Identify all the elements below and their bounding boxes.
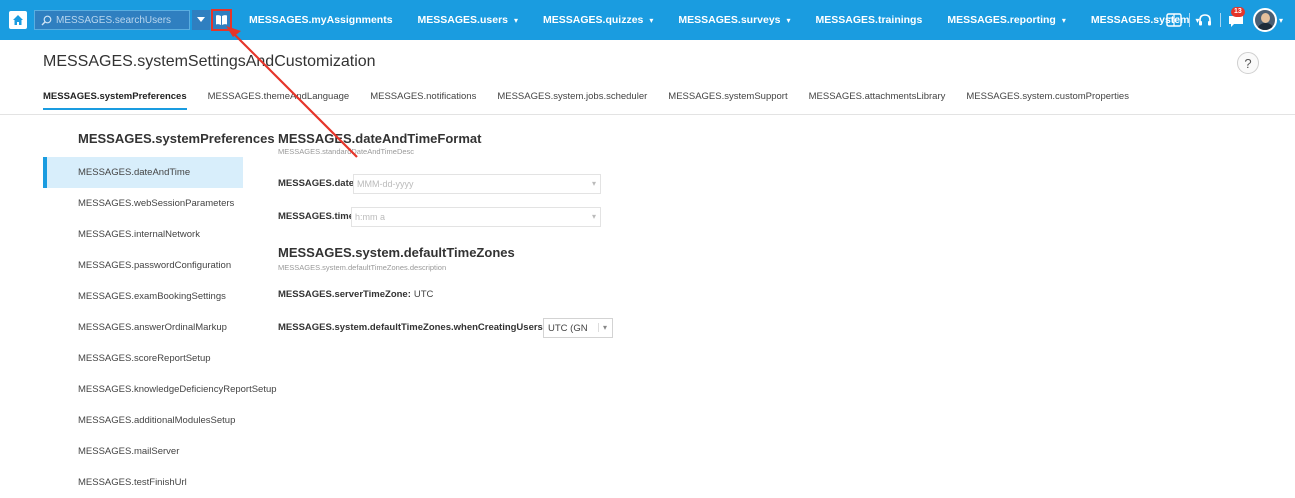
nav-quizzes[interactable]: MESSAGES.quizzes ▾ (543, 14, 653, 26)
nav-reporting[interactable]: MESSAGES.reporting ▾ (947, 14, 1066, 26)
server-time-zone-value: UTC (413, 289, 434, 300)
avatar[interactable] (1252, 8, 1277, 32)
sidebar-item-knowledge-deficiency-report-setup[interactable]: MESSAGES.knowledgeDeficiencyReportSetup (43, 374, 277, 405)
date-format-placeholder: MMM-dd-yyyy (357, 179, 414, 189)
tab-jobs-scheduler[interactable]: MESSAGES.system.jobs.scheduler (497, 90, 647, 110)
manual-icon (1166, 13, 1182, 27)
help-button[interactable]: ? (1237, 52, 1259, 74)
sidebar-item-mail-server[interactable]: MESSAGES.mailServer (43, 436, 243, 467)
sidebar-item-web-session-parameters[interactable]: MESSAGES.webSessionParameters (43, 188, 243, 219)
creating-users-time-zone-label: MESSAGES.system.defaultTimeZones.whenCre… (278, 322, 547, 333)
nav-label: MESSAGES.myAssignments (249, 14, 393, 26)
nav-label: MESSAGES.users (417, 14, 508, 26)
settings-tabs: MESSAGES.systemPreferences MESSAGES.them… (43, 90, 1150, 110)
tab-system-support[interactable]: MESSAGES.systemSupport (668, 90, 787, 110)
sidebar-item-exam-booking-settings[interactable]: MESSAGES.examBookingSettings (43, 281, 243, 312)
search-dropdown-button[interactable] (192, 10, 210, 30)
tab-notifications[interactable]: MESSAGES.notifications (370, 90, 476, 110)
sidebar-item-score-report-setup[interactable]: MESSAGES.scoreReportSetup (43, 343, 243, 374)
topbar-right-actions: 13 ▾ (1159, 6, 1283, 34)
page-title: MESSAGES.systemSettingsAndCustomization (43, 53, 376, 70)
tab-system-preferences[interactable]: MESSAGES.systemPreferences (43, 90, 187, 110)
tab-theme-and-language[interactable]: MESSAGES.themeAndLanguage (208, 90, 350, 110)
server-time-zone-row: MESSAGES.serverTimeZone: UTC (278, 289, 433, 300)
separator (1219, 13, 1221, 27)
creating-users-time-zone-value: UTC (GN (548, 322, 588, 334)
tabs-divider (0, 114, 1295, 115)
home-button[interactable] (9, 11, 27, 29)
nav-label: MESSAGES.surveys (678, 14, 781, 26)
sidebar-item-additional-modules-setup[interactable]: MESSAGES.additionalModulesSetup (43, 405, 243, 436)
server-time-zone-label: MESSAGES.serverTimeZone: (278, 289, 411, 300)
sidebar-item-date-and-time[interactable]: MESSAGES.dateAndTime (43, 157, 243, 188)
time-format-placeholder: h:mm a (355, 212, 386, 222)
chevron-down-icon: ▾ (597, 323, 607, 332)
nav-label: MESSAGES.quizzes (543, 14, 644, 26)
nav-surveys[interactable]: MESSAGES.surveys ▾ (678, 14, 790, 26)
separator (1188, 13, 1190, 27)
messages-button[interactable]: 13 (1227, 7, 1245, 29)
sidebar-item-answer-ordinal-markup[interactable]: MESSAGES.answerOrdinalMarkup (43, 312, 243, 343)
tab-custom-properties[interactable]: MESSAGES.system.customProperties (966, 90, 1129, 110)
book-icon (216, 15, 227, 25)
notification-badge: 13 (1230, 7, 1245, 17)
headset-icon (1198, 14, 1211, 26)
nav-users[interactable]: MESSAGES.users ▾ (418, 14, 518, 26)
default-time-zones-title: MESSAGES.system.defaultTimeZones (278, 245, 515, 260)
nav-my-assignments[interactable]: MESSAGES.myAssignments (249, 14, 393, 26)
caret-down-icon (197, 17, 205, 22)
manual-button[interactable] (1165, 11, 1183, 29)
tab-attachments-library[interactable]: MESSAGES.attachmentsLibrary (809, 90, 946, 110)
date-time-format-description: MESSAGES.standardDateAndTimeDesc (278, 147, 415, 156)
sidebar-title: MESSAGES.systemPreferences (78, 131, 275, 146)
chevron-down-icon: ▾ (591, 212, 596, 221)
caret-down-icon[interactable]: ▾ (1279, 16, 1283, 25)
caret-down-icon: ▾ (786, 15, 791, 25)
nav-trainings[interactable]: MESSAGES.trainings (816, 14, 923, 26)
sidebar: MESSAGES.dateAndTime MESSAGES.webSession… (43, 157, 277, 498)
time-format-select[interactable]: h:mm a ▾ (351, 207, 601, 227)
search-input[interactable] (56, 14, 176, 26)
support-button[interactable] (1196, 11, 1214, 29)
home-icon (13, 15, 23, 25)
help-icon: ? (1244, 55, 1252, 71)
search-box[interactable] (34, 10, 190, 30)
top-nav-bar: MESSAGES.myAssignments MESSAGES.users ▾ M… (0, 0, 1295, 40)
avatar-face (1260, 13, 1270, 23)
date-time-format-title: MESSAGES.dateAndTimeFormat (278, 131, 482, 146)
avatar-body (1256, 23, 1274, 30)
caret-down-icon: ▾ (1061, 15, 1066, 25)
search-icon (41, 15, 52, 25)
creating-users-time-zone-row: MESSAGES.system.defaultTimeZones.whenCre… (278, 322, 546, 333)
sidebar-item-test-finish-url[interactable]: MESSAGES.testFinishUrl (43, 467, 243, 498)
main-nav: MESSAGES.myAssignments MESSAGES.users ▾ M… (249, 0, 1225, 40)
open-book-button[interactable] (211, 9, 232, 31)
caret-down-icon: ▾ (514, 15, 519, 25)
default-time-zones-description: MESSAGES.system.defaultTimeZones.descrip… (278, 263, 447, 272)
nav-label: MESSAGES.reporting (947, 14, 1056, 26)
creating-users-time-zone-select[interactable]: UTC (GN ▾ (543, 318, 613, 338)
caret-down-icon: ▾ (649, 15, 654, 25)
chevron-down-icon: ▾ (591, 179, 596, 188)
nav-label: MESSAGES.trainings (815, 14, 923, 26)
date-format-select[interactable]: MMM-dd-yyyy ▾ (353, 174, 601, 194)
sidebar-item-internal-network[interactable]: MESSAGES.internalNetwork (43, 219, 243, 250)
sidebar-item-password-configuration[interactable]: MESSAGES.passwordConfiguration (43, 250, 243, 281)
